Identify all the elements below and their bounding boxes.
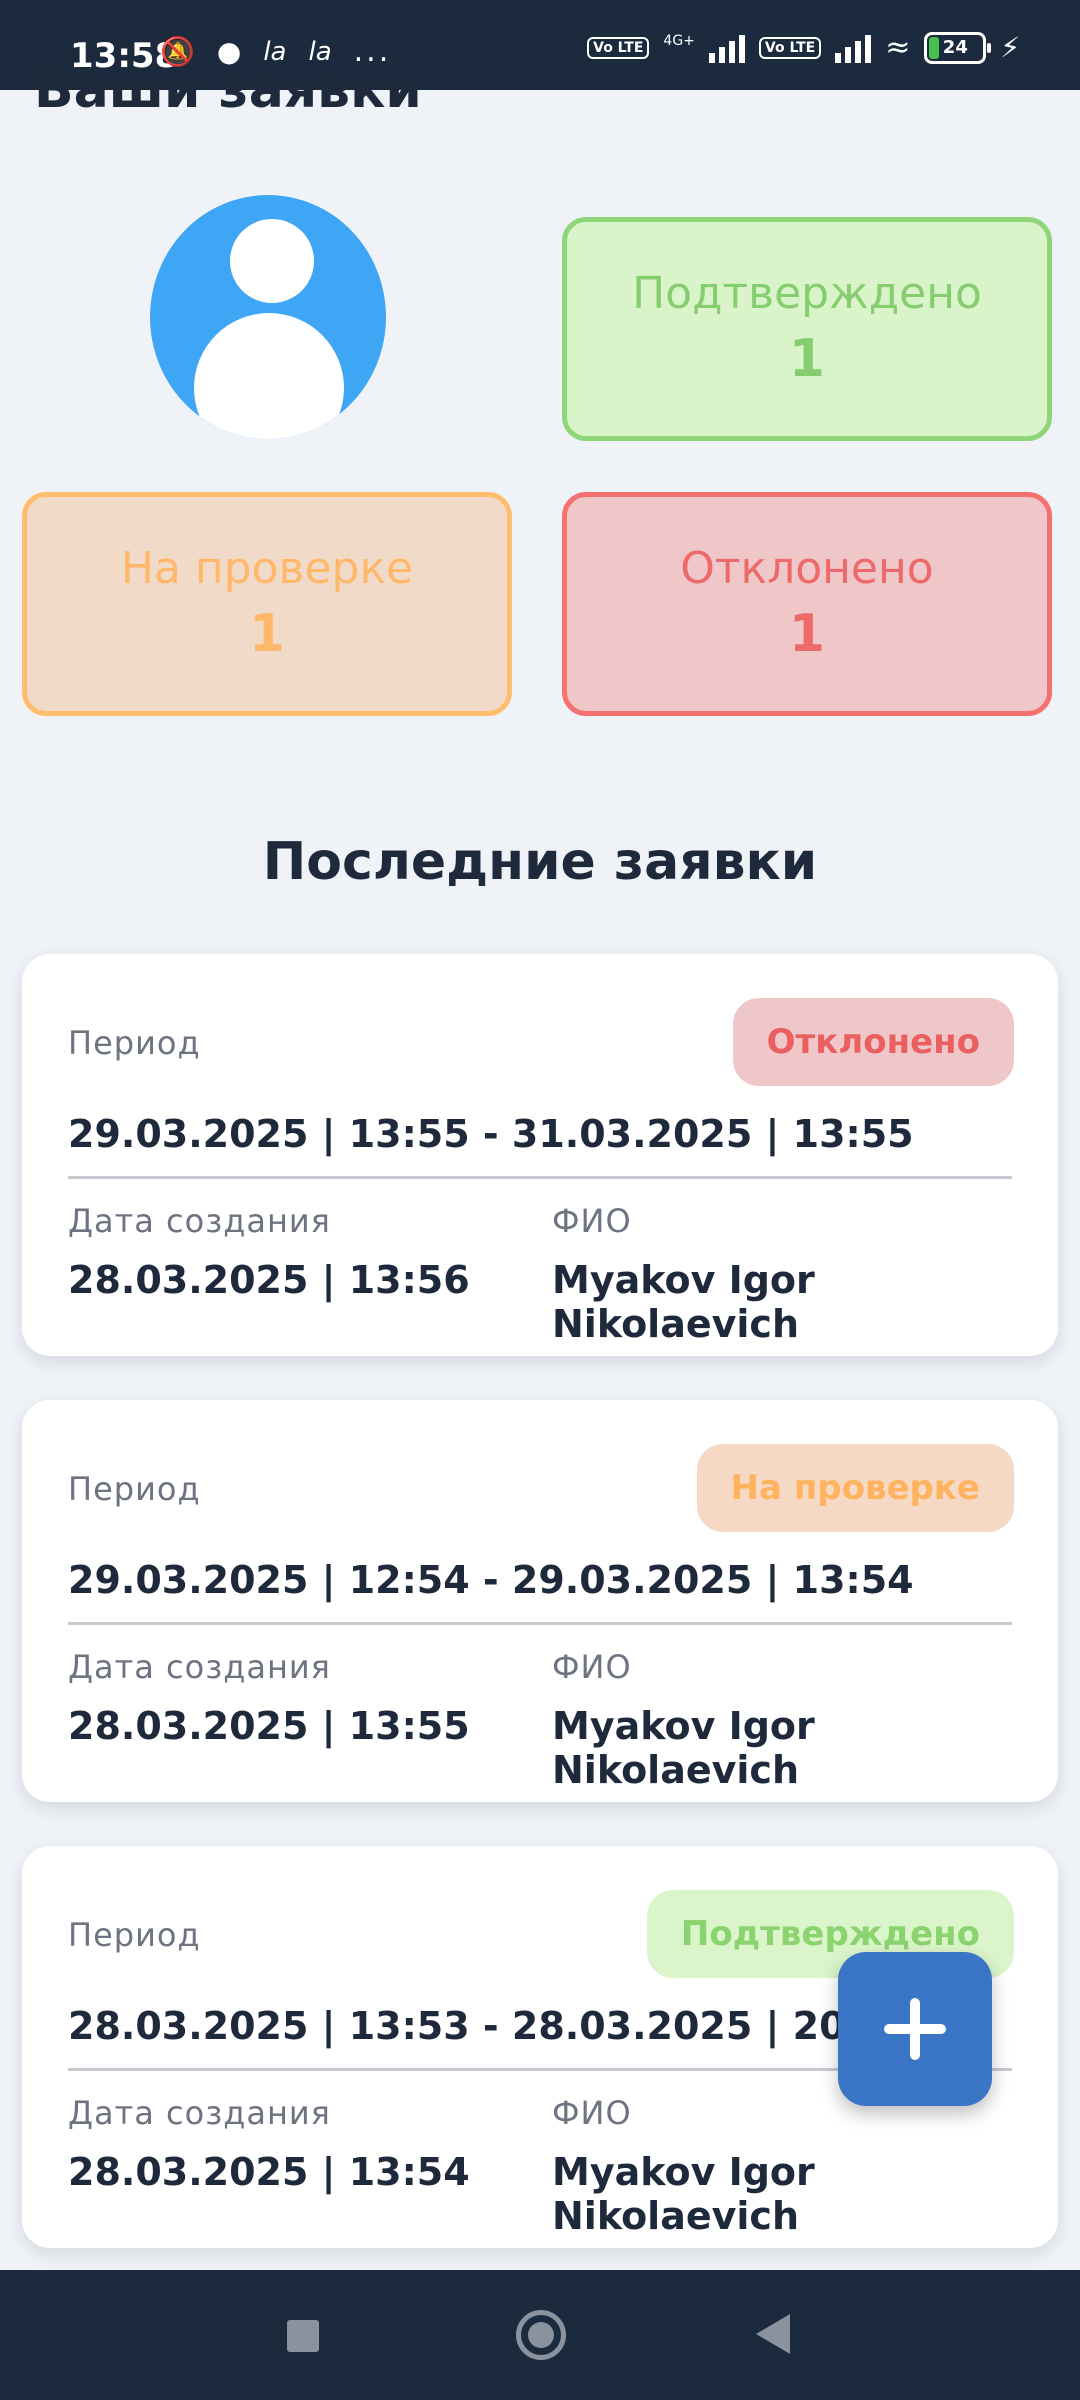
- stat-rejected-count: 1: [788, 604, 826, 664]
- wifi-icon: ≈: [885, 30, 911, 65]
- avatar-icon[interactable]: [150, 195, 386, 439]
- network-type: 4G+: [663, 32, 695, 49]
- home-icon[interactable]: [516, 2310, 566, 2360]
- fio-value: Myakov Igor Nikolaevich: [552, 1704, 815, 1792]
- period-label: Период: [68, 1470, 201, 1508]
- divider: [68, 1176, 1012, 1179]
- divider: [68, 1622, 1012, 1625]
- period-value: 29.03.2025 | 12:54 - 29.03.2025 | 13:54: [68, 1558, 914, 1602]
- fio-label: ФИО: [552, 1202, 632, 1240]
- created-value: 28.03.2025 | 13:54: [68, 2150, 470, 2194]
- fio-label: ФИО: [552, 1648, 632, 1686]
- period-label: Период: [68, 1024, 201, 1062]
- section-title: Последние заявки: [262, 832, 818, 892]
- period-label: Период: [68, 1916, 201, 1954]
- stat-rejected[interactable]: Отклонено 1: [562, 492, 1052, 716]
- battery-icon: 24: [924, 31, 992, 64]
- signal-icon-2: [835, 33, 872, 63]
- status-badge: На проверке: [696, 1444, 1014, 1532]
- charging-icon: ⚡: [1000, 31, 1020, 64]
- back-icon[interactable]: [756, 2314, 790, 2354]
- fio-label: ФИО: [552, 2094, 632, 2132]
- stat-rejected-label: Отклонено: [680, 543, 934, 594]
- stat-confirmed[interactable]: Подтверждено 1: [562, 217, 1052, 441]
- stat-pending[interactable]: На проверке 1: [22, 492, 512, 716]
- signal-icon: [708, 33, 745, 63]
- stat-pending-count: 1: [248, 604, 286, 664]
- created-label: Дата создания: [68, 1648, 331, 1686]
- period-value: 28.03.2025 | 13:53 - 28.03.2025 | 20:53: [68, 2004, 914, 2048]
- stat-confirmed-label: Подтверждено: [632, 268, 982, 319]
- status-badge: Отклонено: [732, 998, 1014, 1086]
- created-value: 28.03.2025 | 13:55: [68, 1704, 470, 1748]
- request-card[interactable]: Период На проверке 29.03.2025 | 12:54 - …: [22, 1400, 1058, 1802]
- request-card[interactable]: Период Отклонено 29.03.2025 | 13:55 - 31…: [22, 954, 1058, 1356]
- page-title: Ваши заявки: [34, 60, 422, 120]
- created-value: 28.03.2025 | 13:56: [68, 1258, 470, 1302]
- period-value: 29.03.2025 | 13:55 - 31.03.2025 | 13:55: [68, 1112, 914, 1156]
- created-label: Дата создания: [68, 1202, 331, 1240]
- fio-value: Myakov Igor Nikolaevich: [552, 1258, 815, 1346]
- created-label: Дата создания: [68, 2094, 331, 2132]
- fio-value: Myakov Igor Nikolaevich: [552, 2150, 815, 2238]
- volte-badge-2: Vo LTE: [758, 36, 822, 59]
- add-request-button[interactable]: [838, 1952, 992, 2106]
- stat-pending-label: На проверке: [120, 543, 414, 594]
- volte-badge-1: Vo LTE: [587, 36, 650, 59]
- recents-icon[interactable]: [287, 2320, 319, 2352]
- stat-confirmed-count: 1: [788, 329, 826, 389]
